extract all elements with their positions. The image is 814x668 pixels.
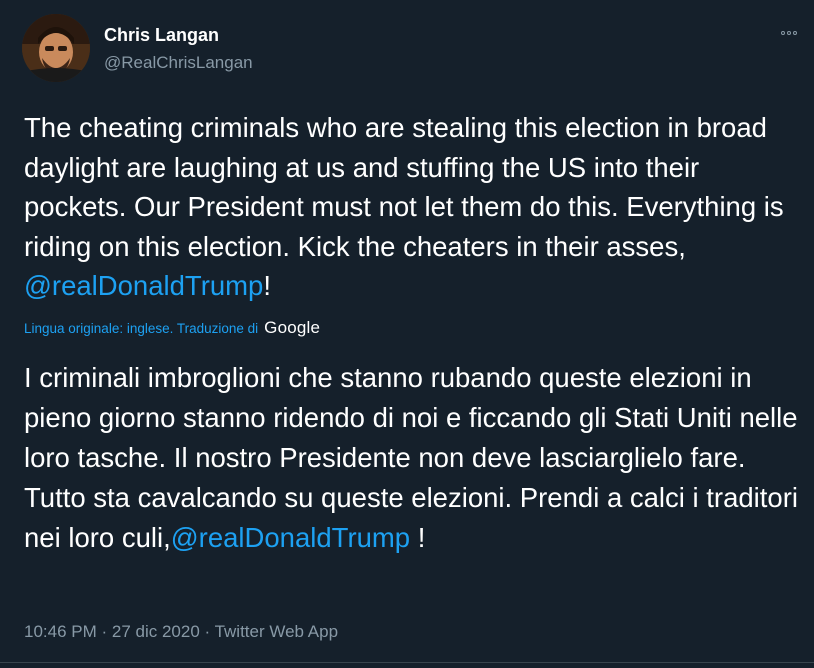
tweet-text-part: !: [263, 270, 271, 301]
translated-text: I criminali imbroglioni che stanno ruban…: [24, 358, 804, 558]
tweet-card: Chris Langan @RealChrisLangan The cheati…: [0, 0, 814, 668]
translation-attribution[interactable]: Lingua originale: inglese. Traduzione di…: [24, 318, 320, 338]
divider: [0, 662, 814, 663]
author-name[interactable]: Chris Langan: [104, 25, 219, 46]
translated-text-part: !: [410, 522, 426, 553]
tweet-text-part: The cheating criminals who are stealing …: [24, 112, 784, 262]
avatar[interactable]: [22, 14, 90, 82]
more-options-icon[interactable]: [776, 24, 802, 42]
mention-link[interactable]: @realDonaldTrump: [24, 270, 263, 301]
avatar-photo: [22, 14, 90, 82]
mention-link[interactable]: @realDonaldTrump: [171, 522, 410, 553]
tweet-text: The cheating criminals who are stealing …: [24, 108, 799, 306]
translation-label: Lingua originale: inglese. Traduzione di: [24, 320, 259, 336]
author-handle[interactable]: @RealChrisLangan: [104, 53, 253, 73]
tweet-timestamp[interactable]: 10:46 PM · 27 dic 2020 · Twitter Web App: [24, 622, 338, 642]
google-logo: Google: [264, 318, 321, 337]
